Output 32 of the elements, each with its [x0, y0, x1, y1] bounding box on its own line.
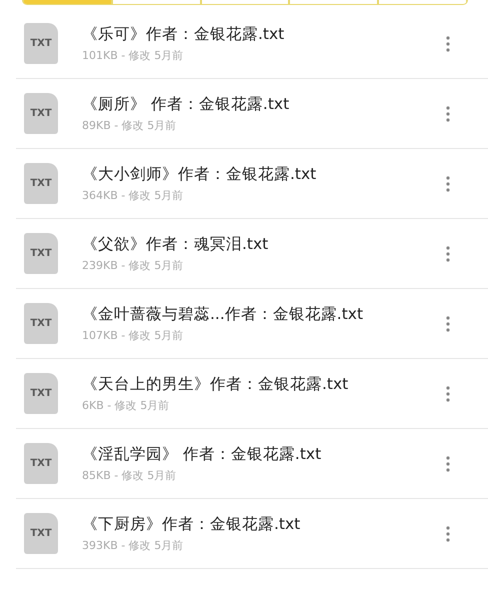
file-name[interactable]: 《厕所》 作者：金银花露.txt	[82, 94, 446, 115]
more-options-icon[interactable]	[446, 106, 450, 122]
file-name[interactable]: 《淫乱学园》 作者：金银花露.txt	[82, 444, 446, 465]
more-options-icon[interactable]	[446, 456, 450, 472]
file-details: 101KB - 修改 5月前	[82, 48, 184, 63]
txt-file-icon: TXT	[24, 303, 58, 344]
file-details: 6KB - 修改 5月前	[82, 398, 170, 413]
file-name[interactable]: 《大小剑师》作者：金银花露.txt	[82, 164, 446, 185]
file-name[interactable]: 《下厨房》作者：金银花露.txt	[82, 514, 446, 535]
file-name[interactable]: 《天台上的男生》作者：金银花露.txt	[82, 374, 446, 395]
more-options-icon[interactable]	[446, 316, 450, 332]
txt-file-icon: TXT	[24, 163, 58, 204]
file-details: 89KB - 修改 5月前	[82, 118, 178, 133]
file-details: 85KB - 修改 5月前	[82, 468, 178, 483]
file-details: 239KB - 修改 5月前	[82, 258, 184, 273]
file-name[interactable]: 《父欲》作者：魂冥泪.txt	[82, 234, 446, 255]
file-details: 364KB - 修改 5月前	[82, 188, 184, 203]
txt-file-icon: TXT	[24, 93, 58, 134]
more-options-icon[interactable]	[446, 36, 450, 52]
file-name[interactable]: 《乐可》作者：金银花露.txt	[82, 24, 446, 45]
more-options-icon[interactable]	[446, 246, 450, 262]
txt-file-icon: TXT	[24, 23, 58, 64]
file-details: 107KB - 修改 5月前	[82, 328, 184, 343]
txt-file-icon: TXT	[24, 373, 58, 414]
txt-file-icon: TXT	[24, 233, 58, 274]
txt-file-icon: TXT	[24, 443, 58, 484]
file-details: 393KB - 修改 5月前	[82, 538, 184, 553]
more-options-icon[interactable]	[446, 526, 450, 542]
file-name[interactable]: 《金叶蔷薇与碧蕊...作者：金银花露.txt	[82, 304, 446, 325]
more-options-icon[interactable]	[446, 386, 450, 402]
txt-file-icon: TXT	[24, 513, 58, 554]
more-options-icon[interactable]	[446, 176, 450, 192]
